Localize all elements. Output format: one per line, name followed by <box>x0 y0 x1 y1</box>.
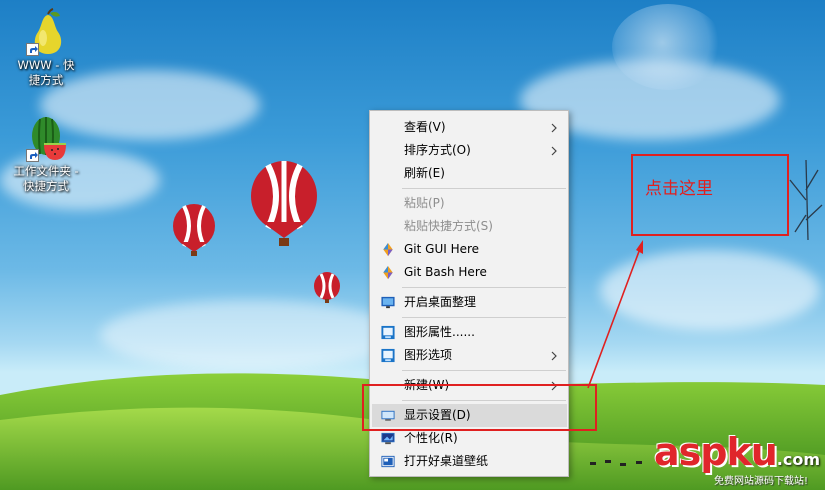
menu-item-git-gui[interactable]: Git GUI Here <box>372 238 567 261</box>
highlight-box <box>362 384 597 431</box>
personalize-icon <box>381 432 395 445</box>
balloon-small <box>314 272 340 303</box>
menu-item-paste-shortcut: 粘贴快捷方式(S) <box>372 215 567 238</box>
menu-item-graphics-options[interactable]: 图形选项 <box>372 344 567 367</box>
menu-item-label: Git GUI Here <box>404 242 480 256</box>
menu-item-git-bash[interactable]: Git Bash Here <box>372 261 567 284</box>
menu-item-graphics-properties[interactable]: 图形属性...... <box>372 321 567 344</box>
menu-item-desktop-organize[interactable]: 开启桌面整理 <box>372 291 567 314</box>
callout-text: 点击这里 <box>645 179 713 199</box>
menu-item-label: 图形选项 <box>404 348 453 362</box>
menu-separator <box>402 317 566 318</box>
graphics-icon <box>381 325 395 340</box>
monitor-icon <box>381 296 395 309</box>
icon-label: WWW - 快 捷方式 <box>17 58 75 87</box>
icon-label: 工作文件夹 - 快捷方式 <box>13 164 79 193</box>
menu-item-label: 排序方式(O) <box>404 143 471 157</box>
menu-item-label: 开启桌面整理 <box>404 295 477 309</box>
menu-item-refresh[interactable]: 刷新(E) <box>372 162 567 185</box>
menu-item-open-wallpaper[interactable]: 打开好桌道壁纸 <box>372 450 567 473</box>
menu-item-label: Git Bash Here <box>404 265 487 279</box>
menu-item-paste: 粘贴(P) <box>372 192 567 215</box>
menu-item-label: 粘贴快捷方式(S) <box>404 219 493 233</box>
menu-item-label: 查看(V) <box>404 120 446 134</box>
shortcut-arrow-icon <box>26 43 39 56</box>
menu-separator <box>402 370 566 371</box>
balloon-medium <box>173 204 215 256</box>
balloon-large <box>251 161 317 246</box>
pear-icon <box>26 8 66 56</box>
watermark-tagline: 免费网站源码下载站! <box>714 476 809 487</box>
menu-item-view[interactable]: 查看(V) <box>372 116 567 139</box>
chevron-right-icon <box>551 146 557 156</box>
chevron-right-icon <box>551 123 557 133</box>
menu-item-label: 打开好桌道壁纸 <box>404 454 489 468</box>
menu-item-label: 图形属性...... <box>404 325 475 339</box>
menu-separator <box>402 287 566 288</box>
menu-item-sort[interactable]: 排序方式(O) <box>372 139 567 162</box>
git-icon <box>383 242 393 257</box>
wallpaper-icon <box>381 455 395 468</box>
menu-item-label: 粘贴(P) <box>404 196 445 210</box>
desktop-shortcut-work-folder[interactable]: 工作文件夹 - 快捷方式 <box>8 114 84 194</box>
menu-item-label: 刷新(E) <box>404 166 445 180</box>
chevron-right-icon <box>551 351 557 361</box>
watermark: aspku.com 免费网站源码下载站! <box>654 432 824 488</box>
desktop-shortcut-www[interactable]: WWW - 快 捷方式 <box>8 8 84 88</box>
watermelon-icon <box>26 114 66 162</box>
shortcut-arrow-icon <box>26 149 39 162</box>
menu-separator <box>402 188 566 189</box>
graphics-icon <box>381 348 395 363</box>
git-icon <box>383 265 393 280</box>
